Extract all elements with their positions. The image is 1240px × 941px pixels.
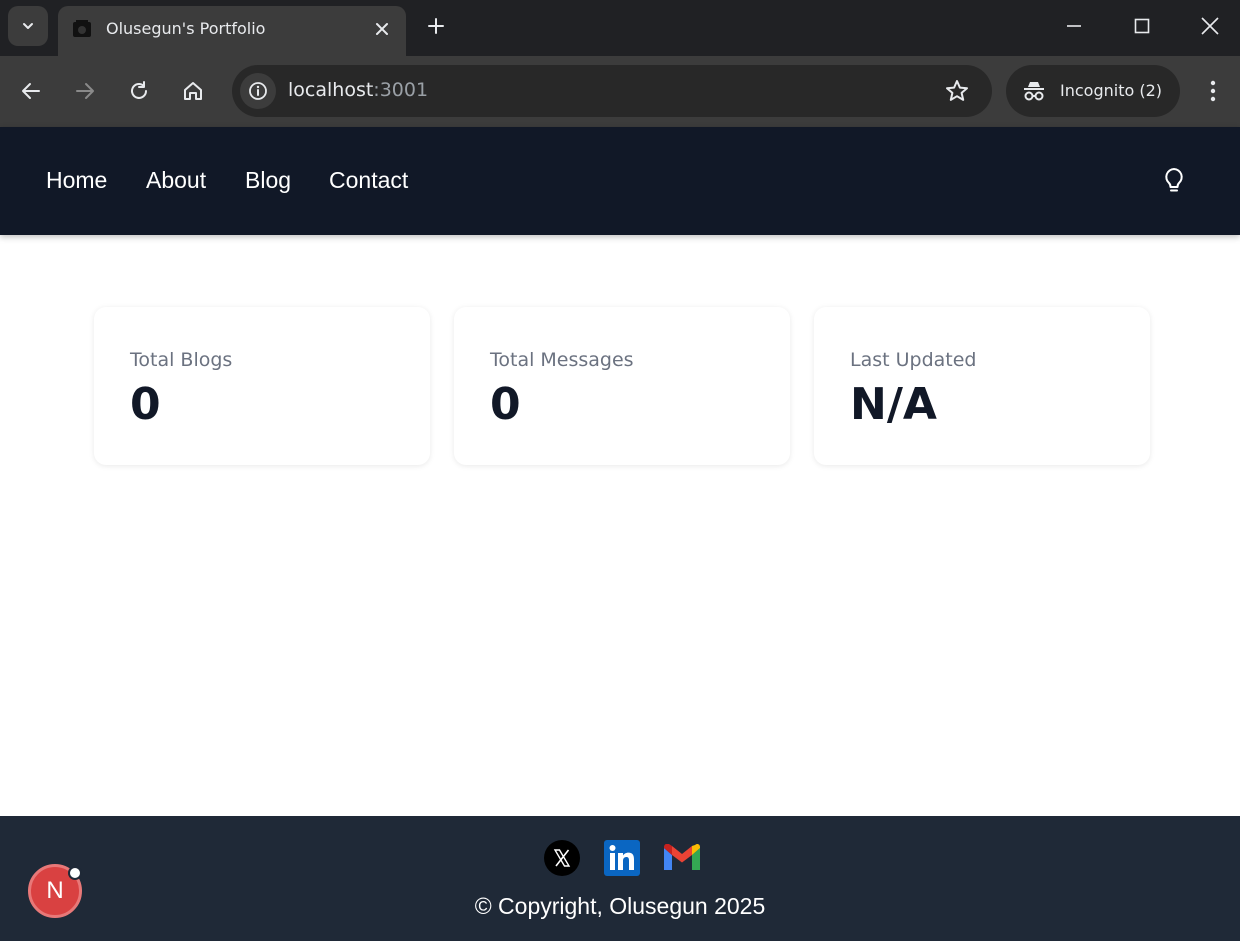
new-tab-button[interactable] [422, 12, 450, 40]
maximize-icon [1134, 18, 1150, 34]
plus-icon [428, 18, 444, 34]
site-navbar: Home About Blog Contact [0, 127, 1240, 235]
nav-link-home[interactable]: Home [46, 167, 107, 194]
reload-button[interactable] [124, 76, 154, 106]
url-port: :3001 [373, 79, 429, 101]
x-link[interactable] [544, 840, 580, 876]
nav-link-blog[interactable]: Blog [245, 167, 291, 194]
back-button[interactable] [16, 76, 46, 106]
arrow-right-icon [76, 83, 94, 99]
reload-icon [131, 81, 147, 99]
stat-label: Last Updated [850, 349, 977, 371]
browser-tab-bar: Olusegun's Portfolio [0, 0, 1240, 56]
stat-card-total-blogs: Total Blogs 0 [94, 307, 430, 465]
gmail-icon [664, 844, 700, 870]
star-icon[interactable] [944, 78, 970, 104]
copyright-text: © Copyright, Olusegun 2025 [474, 893, 766, 919]
site-info-button[interactable] [240, 73, 276, 109]
home-icon [184, 82, 202, 100]
lightbulb-icon [1165, 168, 1183, 192]
linkedin-icon [604, 840, 640, 876]
nav-link-about[interactable]: About [146, 167, 206, 194]
nav-link-contact[interactable]: Contact [329, 167, 408, 194]
status-dot [68, 866, 82, 880]
window-close-button[interactable] [1196, 12, 1224, 40]
close-icon [376, 23, 388, 35]
close-icon [1201, 17, 1219, 35]
stat-value: N/A [850, 379, 937, 430]
more-vert-icon [1210, 80, 1216, 102]
chevron-down-icon [23, 23, 33, 29]
stat-value: 0 [490, 379, 521, 430]
browser-menu-button[interactable] [1200, 76, 1226, 106]
stat-value: 0 [130, 379, 161, 430]
tab-title: Olusegun's Portfolio [106, 19, 266, 38]
favicon-icon [73, 20, 91, 37]
forward-button[interactable] [70, 76, 100, 106]
x-icon [544, 840, 580, 876]
incognito-icon [1024, 82, 1044, 101]
tab-close-button[interactable] [372, 19, 392, 39]
stat-card-last-updated: Last Updated N/A [814, 307, 1150, 465]
site-footer: © Copyright, Olusegun 2025 [0, 816, 1240, 941]
info-icon [249, 82, 267, 100]
active-tab[interactable]: Olusegun's Portfolio [58, 6, 406, 56]
minimize-icon [1067, 25, 1081, 27]
incognito-profile-button[interactable]: Incognito (2) [1006, 65, 1180, 117]
browser-toolbar: localhost:3001 Incognito (2) [0, 56, 1240, 127]
minimize-button[interactable] [1060, 12, 1088, 40]
url-host: localhost [288, 79, 374, 101]
tab-search-button[interactable] [8, 6, 48, 46]
gmail-link[interactable] [664, 840, 700, 876]
stat-label: Total Messages [490, 349, 634, 371]
maximize-button[interactable] [1128, 12, 1156, 40]
url-text[interactable]: localhost:3001 [288, 79, 428, 101]
incognito-label: Incognito (2) [1060, 81, 1162, 100]
theme-toggle-button[interactable] [1160, 166, 1188, 196]
linkedin-link[interactable] [604, 840, 640, 876]
address-bar[interactable]: localhost:3001 [232, 65, 992, 117]
stat-card-total-messages: Total Messages 0 [454, 307, 790, 465]
home-button[interactable] [178, 76, 208, 106]
stat-label: Total Blogs [130, 349, 233, 371]
arrow-left-icon [22, 83, 40, 99]
